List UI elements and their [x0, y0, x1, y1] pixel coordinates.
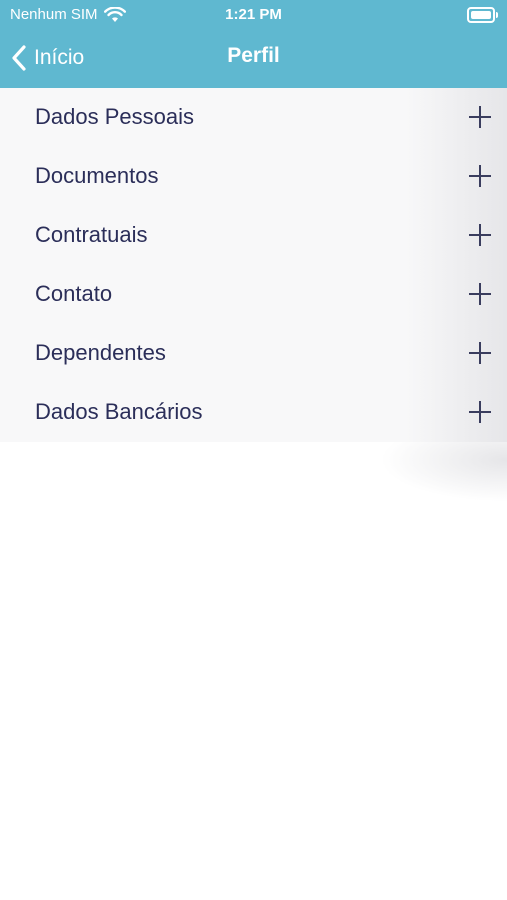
section-row-dados-pessoais[interactable]: Dados Pessoais: [0, 88, 507, 147]
app-header: Nenhum SIM 1:21 PM Início Perfil: [0, 0, 507, 88]
plus-icon[interactable]: [469, 401, 491, 423]
plus-icon[interactable]: [469, 106, 491, 128]
section-label: Dados Pessoais: [35, 104, 194, 129]
section-label: Dados Bancários: [35, 399, 203, 424]
section-label: Contato: [35, 281, 113, 306]
page-title: Perfil: [227, 44, 280, 67]
plus-icon[interactable]: [469, 342, 491, 364]
section-label: Contratuais: [35, 222, 148, 247]
section-label: Documentos: [35, 163, 159, 188]
plus-icon[interactable]: [469, 283, 491, 305]
plus-icon[interactable]: [469, 165, 491, 187]
profile-sections-list: Dados Pessoais Documentos Contratuais Co…: [0, 88, 507, 442]
section-row-contratuais[interactable]: Contratuais: [0, 206, 507, 265]
section-row-dados-bancarios[interactable]: Dados Bancários: [0, 383, 507, 442]
battery-icon: [467, 7, 498, 23]
section-row-dependentes[interactable]: Dependentes: [0, 324, 507, 383]
section-label: Dependentes: [35, 340, 166, 365]
section-row-documentos[interactable]: Documentos: [0, 147, 507, 206]
list-shadow: [380, 442, 507, 502]
navigation-bar: Início Perfil: [0, 30, 507, 88]
status-bar: Nenhum SIM 1:21 PM: [0, 0, 507, 30]
section-row-contato[interactable]: Contato: [0, 265, 507, 324]
plus-icon[interactable]: [469, 224, 491, 246]
status-time: 1:21 PM: [225, 6, 282, 23]
